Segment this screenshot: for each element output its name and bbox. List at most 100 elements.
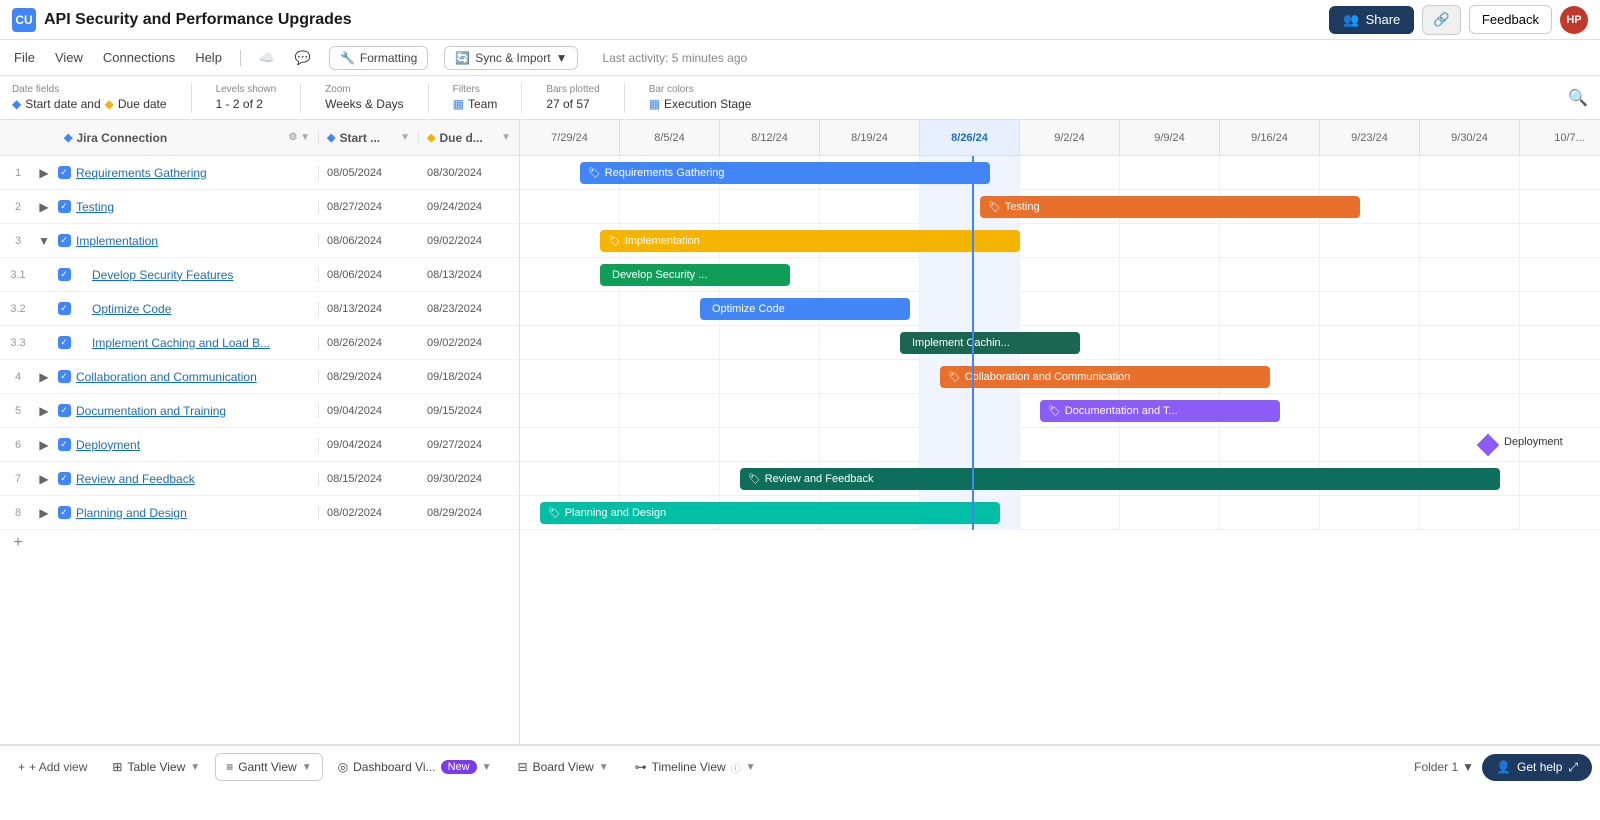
sep4 (521, 83, 522, 113)
date-header: 9/16/24 (1220, 120, 1320, 155)
row-title[interactable]: Requirements Gathering (72, 166, 314, 180)
feedback-button[interactable]: Feedback (1469, 5, 1552, 34)
gantt-cell (1420, 428, 1520, 462)
search-button[interactable]: 🔍 (1568, 88, 1588, 108)
row-title[interactable]: Develop Security Features (72, 268, 314, 282)
filters-value[interactable]: ▦ Team (453, 97, 498, 111)
gantt-cell (920, 428, 1020, 462)
row-title[interactable]: Documentation and Training (72, 404, 314, 418)
date-fields-value[interactable]: ◆ Start date and ◆ Due date (12, 97, 167, 111)
gantt-cell (1120, 394, 1220, 428)
menu-connections[interactable]: Connections (101, 46, 177, 69)
col-due-header[interactable]: ◆ Due d... ▼ (419, 131, 519, 145)
table-view-dropdown-icon[interactable]: ▼ (190, 762, 200, 773)
date-header: 8/5/24 (620, 120, 720, 155)
row-title[interactable]: Implement Caching and Load B... (72, 336, 314, 350)
row-expand-icon[interactable]: ▶ (36, 166, 52, 180)
row-expand-icon[interactable]: ▼ (36, 234, 52, 248)
gantt-cell (620, 462, 720, 496)
levels-value[interactable]: 1 - 2 of 2 (216, 97, 277, 111)
row-due-date: 09/15/2024 (419, 405, 519, 417)
formatting-button[interactable]: 🔧 Formatting (329, 46, 428, 70)
row-expand-icon[interactable]: ▶ (36, 438, 52, 452)
row-checkbox[interactable] (56, 302, 72, 315)
row-due-date: 09/27/2024 (419, 439, 519, 451)
gantt-cell (1220, 496, 1320, 530)
link-button[interactable]: 🔗 (1422, 5, 1461, 35)
gantt-cell (1120, 292, 1220, 326)
bars-value[interactable]: 27 of 57 (546, 97, 599, 111)
tab-gantt-view[interactable]: ≡ Gantt View ▼ (215, 753, 322, 781)
board-dropdown-icon[interactable]: ▼ (599, 762, 609, 773)
row-checkbox[interactable] (56, 472, 72, 485)
row-title[interactable]: Optimize Code (72, 302, 314, 316)
row-checkbox[interactable] (56, 336, 72, 349)
row-number: 3.2 (0, 303, 36, 315)
row-checkbox[interactable] (56, 404, 72, 417)
row-title[interactable]: Implementation (72, 234, 314, 248)
get-help-button[interactable]: 👤 Get help ⤢ (1482, 754, 1592, 781)
add-view-button[interactable]: + + Add view (8, 754, 97, 780)
row-title[interactable]: Collaboration and Communication (72, 370, 314, 384)
row-title[interactable]: Testing (72, 200, 314, 214)
row-expand-icon[interactable]: ▶ (36, 404, 52, 418)
row-title[interactable]: Review and Feedback (72, 472, 314, 486)
menu-view[interactable]: View (53, 46, 85, 69)
row-expand-icon[interactable]: ▶ (36, 370, 52, 384)
comment-icon[interactable]: 💬 (293, 50, 313, 66)
avatar[interactable]: HP (1560, 6, 1588, 34)
gantt-cell (520, 428, 620, 462)
start-date-icon: ◆ (12, 97, 21, 111)
gantt-cell (1020, 496, 1120, 530)
tab-timeline-view[interactable]: ⊶ Timeline View ⓘ ▼ (624, 753, 767, 782)
table-icon: ⊞ (112, 760, 122, 774)
add-row-button[interactable]: + (0, 530, 36, 556)
row-number: 4 (0, 371, 36, 383)
row-checkbox[interactable] (56, 234, 72, 247)
row-title[interactable]: Planning and Design (72, 506, 314, 520)
row-expand-icon[interactable]: ▶ (36, 200, 52, 214)
row-checkbox[interactable] (56, 506, 72, 519)
row-checkbox[interactable] (56, 370, 72, 383)
row-due-date: 08/29/2024 (419, 507, 519, 519)
gantt-cell (920, 360, 1020, 394)
menu-help[interactable]: Help (193, 46, 224, 69)
col-jira-header[interactable]: ◆ Jira Connection ⚙ ▼ (56, 131, 319, 145)
row-checkbox[interactable] (56, 268, 72, 281)
gantt-view-dropdown-icon[interactable]: ▼ (302, 762, 312, 773)
row-checkbox[interactable] (56, 166, 72, 179)
zoom-value[interactable]: Weeks & Days (325, 97, 403, 111)
row-expand-icon[interactable]: ▶ (36, 472, 52, 486)
menu-file[interactable]: File (12, 46, 37, 69)
zoom-group: Zoom Weeks & Days (325, 84, 403, 111)
filters-label: Filters (453, 84, 498, 95)
share-button[interactable]: 👥 Share (1329, 6, 1414, 34)
gantt-cell (620, 156, 720, 190)
row-due-date: 09/02/2024 (419, 337, 519, 349)
tab-dashboard-view[interactable]: ◎ Dashboard Vi... New ▼ (327, 753, 503, 781)
menu-separator (240, 50, 241, 66)
row-title[interactable]: Deployment (72, 438, 314, 452)
timeline-dropdown-icon[interactable]: ▼ (746, 762, 756, 773)
gantt-cell (1420, 394, 1520, 428)
gantt-cell (820, 326, 920, 360)
gantt-cell (1520, 360, 1600, 394)
bar-colors-value[interactable]: ▦ Execution Stage (649, 97, 752, 111)
gantt-cell (1420, 462, 1520, 496)
gantt-cell (1120, 360, 1220, 394)
tab-table-view[interactable]: ⊞ Table View ▼ (101, 753, 211, 781)
row-checkbox[interactable] (56, 438, 72, 451)
col-start-header[interactable]: ◆ Start ... ▼ (319, 131, 419, 145)
gantt-cell (1120, 428, 1220, 462)
date-header: 8/12/24 (720, 120, 820, 155)
tab-board-view[interactable]: ⊟ Board View ▼ (507, 753, 620, 781)
sync-button[interactable]: 🔄 Sync & Import ▼ (444, 46, 578, 70)
gantt-cell (920, 190, 1020, 224)
dashboard-dropdown-icon[interactable]: ▼ (482, 762, 492, 773)
folder-label[interactable]: Folder 1 ▼ (1414, 760, 1474, 774)
date-header: 9/2/24 (1020, 120, 1120, 155)
table-row: 1 ▶ Requirements Gathering 08/05/2024 08… (0, 156, 519, 190)
gantt-cell (1120, 258, 1220, 292)
row-expand-icon[interactable]: ▶ (36, 506, 52, 520)
row-checkbox[interactable] (56, 200, 72, 213)
